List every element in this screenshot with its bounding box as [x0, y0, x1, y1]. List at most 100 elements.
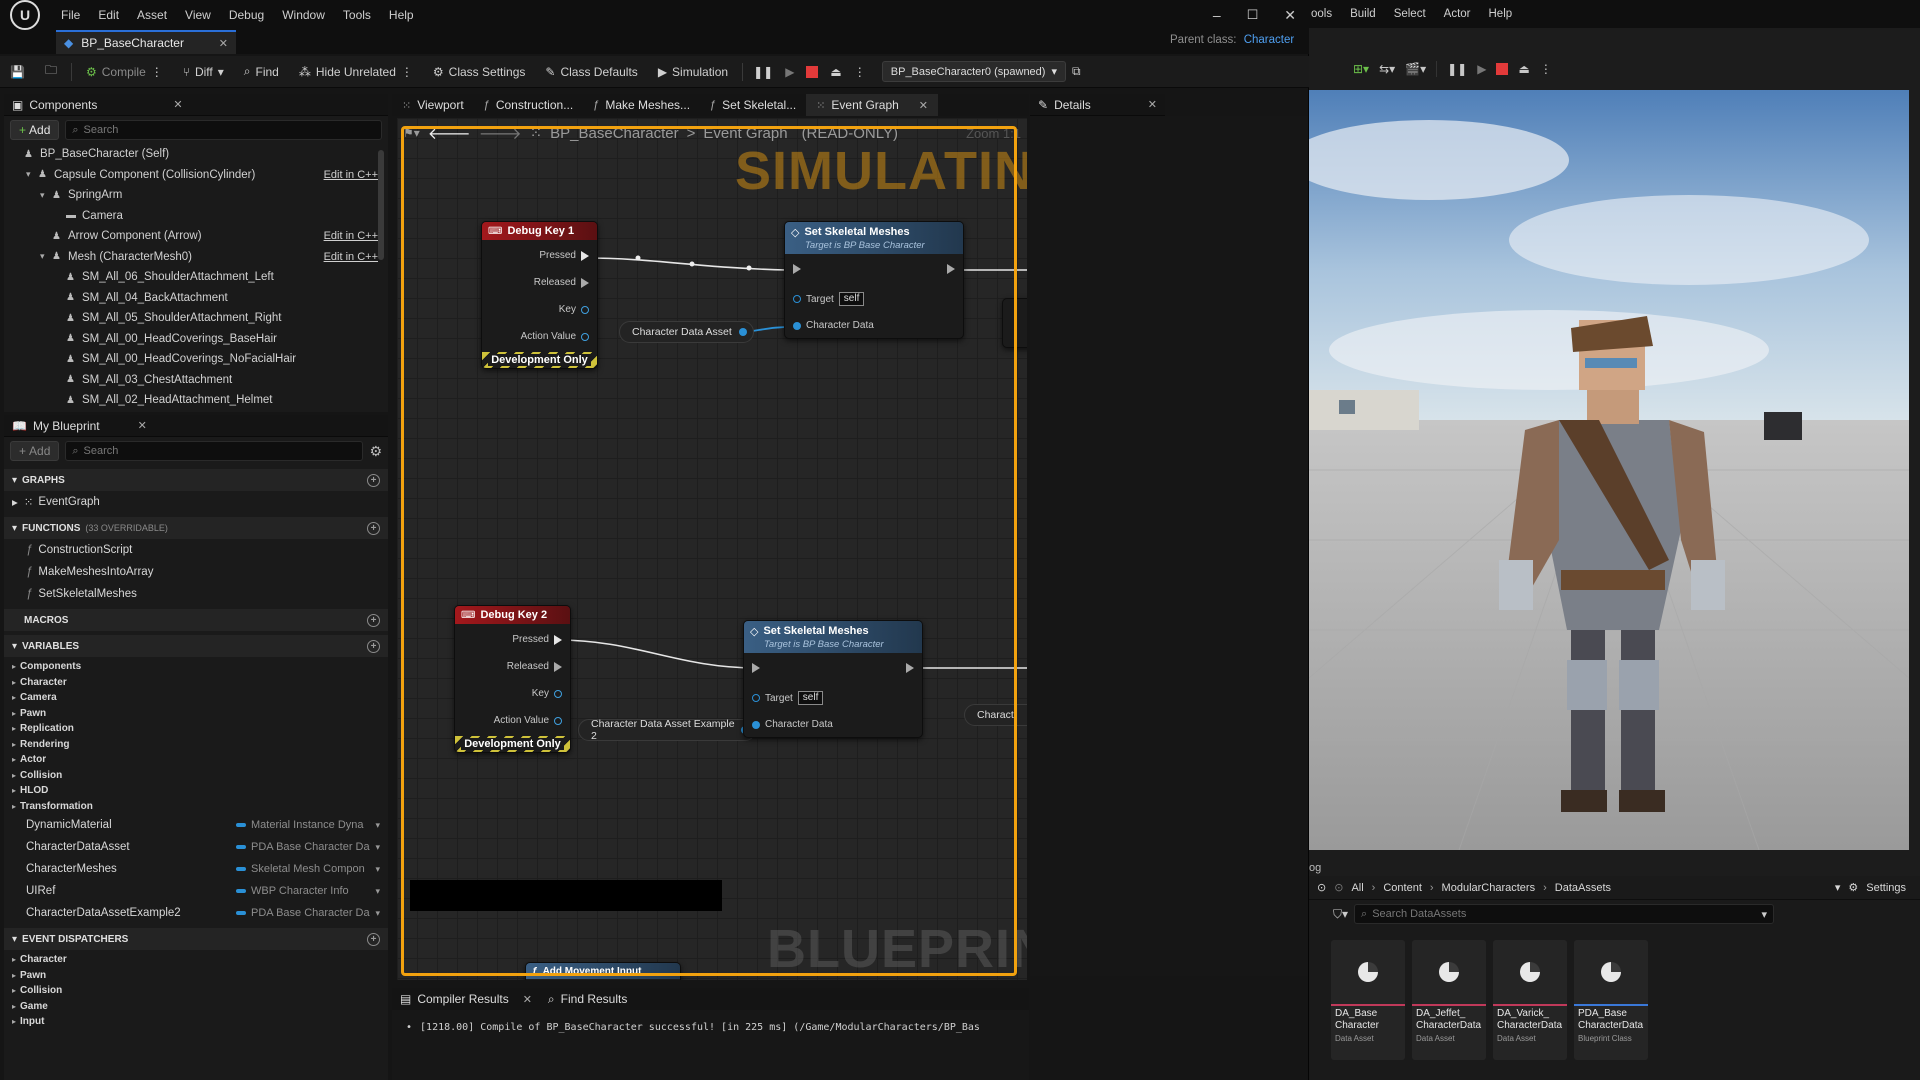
variable-item[interactable]: UIRef WBP Character Info ▾: [4, 880, 388, 902]
variable-category[interactable]: ▸ Components: [4, 659, 388, 675]
level-menu-item-select[interactable]: Select: [1385, 2, 1435, 26]
variable-type[interactable]: WBP Character Info: [236, 885, 349, 897]
chevron-down-icon[interactable]: ▾: [375, 842, 380, 853]
dispatcher-category[interactable]: ▸ Game: [4, 999, 388, 1015]
variable-category[interactable]: ▸ Camera: [4, 690, 388, 706]
gear-icon[interactable]: ⚙: [1848, 881, 1858, 894]
character-data-pin[interactable]: Character Data: [793, 320, 874, 331]
menu-item-edit[interactable]: Edit: [89, 0, 128, 30]
level-menu-item-ools[interactable]: ools: [1309, 2, 1341, 26]
stop-button[interactable]: [800, 56, 824, 88]
more-icon[interactable]: ⋮: [1540, 62, 1552, 76]
function-item[interactable]: ƒ ConstructionScript: [4, 539, 388, 561]
tab-bp-basecharacter[interactable]: ◆ BP_BaseCharacter ✕: [56, 30, 236, 54]
eject-icon[interactable]: ⏏: [1518, 62, 1529, 76]
add-dispatcher-icon[interactable]: +: [367, 932, 380, 946]
target-pin[interactable]: Target self: [752, 691, 824, 705]
variable-category[interactable]: ▸ Transformation: [4, 799, 388, 815]
debug-key-1-node[interactable]: ⌨ Debug Key 1 Pressed Released Key Actio…: [481, 221, 598, 369]
character-data-asset-example-2-variable-node[interactable]: Character Data Asset Example 2: [578, 718, 756, 742]
path-segment[interactable]: ModularCharacters: [1442, 882, 1536, 894]
diff-button[interactable]: ⑂ Diff ▾: [173, 56, 234, 88]
component-tree-item[interactable]: ▾ ♟ SpringArm: [12, 185, 388, 206]
chevron-down-icon[interactable]: ▾: [375, 908, 380, 919]
component-tree-item[interactable]: ♟ Arrow Component (Arrow) Edit in C++: [12, 226, 388, 247]
path-segment[interactable]: DataAssets: [1555, 882, 1611, 894]
add-component-button[interactable]: + Add: [10, 120, 60, 140]
dispatcher-category[interactable]: ▸ Character: [4, 952, 388, 968]
component-tree-item[interactable]: ♟ SM_All_02_HeadAttachment_Helmet: [12, 390, 388, 411]
add-member-button[interactable]: + Add: [10, 441, 60, 461]
class-defaults-button[interactable]: ✎ Class Defaults: [535, 56, 647, 88]
dispatcher-category[interactable]: ▸ Pawn: [4, 968, 388, 984]
asset-tile[interactable]: PDA_Base CharacterData Blueprint Class: [1574, 940, 1648, 1060]
action-value-pin[interactable]: Action Value: [521, 331, 589, 342]
variable-category[interactable]: ▸ HLOD: [4, 783, 388, 799]
variable-category[interactable]: ▸ Collision: [4, 768, 388, 784]
settings-button[interactable]: Settings: [1866, 882, 1906, 894]
variable-type[interactable]: Skeletal Mesh Compon: [236, 863, 365, 875]
graphs-section-header[interactable]: ▾ GRAPHS +: [4, 469, 388, 491]
find-button[interactable]: ⌕ Find: [234, 56, 289, 88]
pause-icon[interactable]: ❚❚: [1447, 62, 1467, 76]
add-graph-icon[interactable]: +: [367, 473, 380, 487]
debug-object-select[interactable]: BP_BaseCharacter0 (spawned) ▾: [881, 61, 1066, 82]
graph-item-eventgraph[interactable]: ▸ ⁙ EventGraph: [4, 491, 388, 513]
resume-button[interactable]: ▶: [779, 56, 800, 88]
component-tree-item[interactable]: ♟ SM_All_04_BackAttachment: [12, 288, 388, 309]
simulation-button[interactable]: ▶ Simulation: [648, 56, 738, 88]
variable-item[interactable]: CharacterDataAsset PDA Base Character Da ▾: [4, 836, 388, 858]
component-tree-item[interactable]: ▾ ♟ Capsule Component (CollisionCylinder) E…: [12, 165, 388, 186]
select-debug-actor-button[interactable]: ⧉: [1066, 56, 1087, 88]
variable-type[interactable]: PDA Base Character Da: [236, 841, 370, 853]
set-skeletal-meshes-node-1[interactable]: ◇ Set Skeletal Meshes Target is BP Base C…: [784, 221, 964, 339]
variables-section-header[interactable]: ▾ VARIABLES +: [4, 635, 388, 657]
eject-button[interactable]: ⏏: [824, 56, 847, 88]
add-movement-input-node[interactable]: ƒ Add Movement Input: [525, 962, 681, 980]
graph-tab-event-graph[interactable]: ⁙ Event Graph ✕: [806, 94, 939, 116]
menu-item-tools[interactable]: Tools: [334, 0, 380, 30]
unreal-logo-icon[interactable]: U: [10, 0, 40, 30]
asset-tile[interactable]: DA_Base Character Data Asset: [1331, 940, 1405, 1060]
self-value-box[interactable]: self: [838, 292, 865, 306]
close-icon[interactable]: ✕: [1271, 7, 1309, 24]
game-viewport[interactable]: [1309, 90, 1909, 850]
chevron-down-icon[interactable]: ▾: [375, 886, 380, 897]
close-tab-icon[interactable]: ✕: [138, 419, 147, 432]
details-tab[interactable]: ✎ Details ✕: [1030, 94, 1165, 116]
scrollbar[interactable]: [378, 150, 384, 260]
macros-section-header[interactable]: MACROS +: [4, 609, 388, 631]
component-tree-item[interactable]: ▾ ♟ Mesh (CharacterMesh0) Edit in C++: [12, 247, 388, 268]
components-tab[interactable]: ▣ Components ✕: [4, 94, 388, 116]
level-menu-item-build[interactable]: Build: [1341, 2, 1385, 26]
chevron-down-icon[interactable]: ▾: [1835, 881, 1841, 894]
self-value-box[interactable]: self: [797, 691, 824, 705]
stop-icon[interactable]: [1496, 63, 1509, 75]
graph-tab-set-skeletal[interactable]: ƒ Set Skeletal...: [700, 94, 806, 116]
transform-mode-icon[interactable]: ⇆▾: [1379, 62, 1395, 76]
character-data-pin[interactable]: Character Data: [752, 719, 833, 730]
graph-tab-construction[interactable]: ƒ Construction...: [474, 94, 584, 116]
functions-section-header[interactable]: ▾ FUNCTIONS (33 OVERRIDABLE) +: [4, 517, 388, 539]
component-tree-item[interactable]: ▬ Camera: [12, 206, 388, 227]
components-search-input[interactable]: ⌕ Search: [65, 120, 382, 140]
menu-item-view[interactable]: View: [176, 0, 220, 30]
component-tree-item[interactable]: ♟ SM_All_06_ShoulderAttachment_Left: [12, 267, 388, 288]
key-pin[interactable]: Key: [532, 688, 562, 699]
history-forward-icon[interactable]: ⊙: [1334, 881, 1343, 894]
level-menu-item-help[interactable]: Help: [1480, 2, 1522, 26]
graph-tab-viewport[interactable]: ⁙ Viewport: [392, 94, 474, 116]
pressed-pin[interactable]: Pressed: [539, 250, 589, 261]
released-pin[interactable]: Released: [534, 277, 589, 288]
variable-item[interactable]: CharacterMeshes Skeletal Mesh Compon ▾: [4, 858, 388, 880]
save-button[interactable]: 💾: [0, 56, 35, 88]
component-tree-item[interactable]: ♟ BP_BaseCharacter (Self): [12, 144, 388, 165]
content-search-input[interactable]: ⌕ Search DataAssets ▾: [1354, 904, 1775, 924]
exec-out-pin[interactable]: [906, 663, 914, 673]
add-macro-icon[interactable]: +: [367, 613, 380, 627]
more-options-button[interactable]: ⋮: [848, 56, 872, 88]
menu-item-asset[interactable]: Asset: [128, 0, 176, 30]
exec-out-pin[interactable]: [947, 264, 955, 274]
key-pin[interactable]: Key: [559, 304, 589, 315]
debug-key-2-node[interactable]: ⌨ Debug Key 2 Pressed Released Key Actio…: [454, 605, 571, 753]
